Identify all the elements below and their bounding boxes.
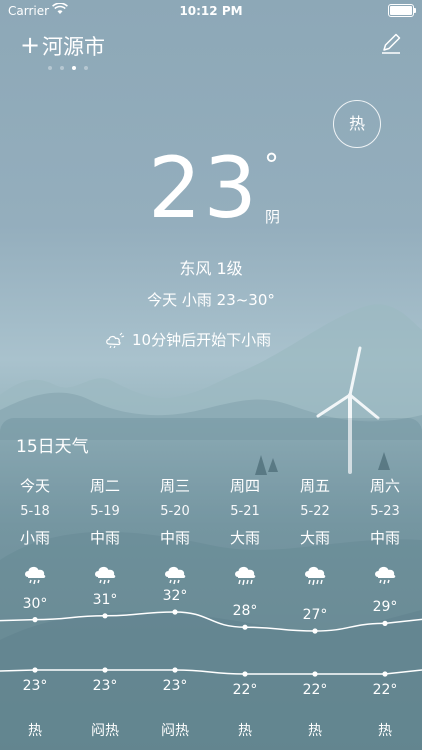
- clock: 10:12 PM: [179, 4, 243, 18]
- day-condition: 大雨: [229, 529, 260, 547]
- forecast-day[interactable]: 周六 5-23 中雨: [350, 474, 420, 588]
- high-temp-label: 27°: [302, 607, 328, 623]
- page-indicator: [48, 55, 96, 74]
- rain-cloud-icon: [375, 566, 396, 585]
- rain-alert-icon: [106, 332, 125, 348]
- plus-icon[interactable]: +: [20, 33, 40, 57]
- page-dot: [84, 66, 88, 70]
- high-temp-label: 31°: [92, 591, 118, 608]
- comfort-label: 热: [238, 723, 252, 739]
- day-name: 周四: [229, 477, 260, 495]
- battery-icon: [388, 4, 416, 17]
- comfort-label: 热: [378, 723, 392, 739]
- low-temp-label: 22°: [232, 682, 258, 698]
- rain-cloud-icon: [165, 566, 186, 585]
- status-bar: Carrier 10:12 PM: [0, 0, 422, 24]
- comfort-label: 热: [308, 723, 322, 739]
- day-name: 周二: [89, 477, 120, 495]
- low-temp-line-point: [32, 667, 38, 673]
- low-temp-line-point: [312, 671, 318, 677]
- forecast-day[interactable]: 周四 5-21 大雨: [210, 474, 280, 588]
- day-name: 周六: [369, 477, 400, 495]
- day-date: 5-20: [160, 504, 190, 519]
- hot-badge[interactable]: 热: [333, 100, 381, 148]
- heavy-rain-cloud-icon: [235, 566, 256, 586]
- day-condition: 中雨: [159, 529, 190, 547]
- low-temp-label: 23°: [92, 678, 118, 694]
- low-temp-label: 23°: [22, 678, 48, 694]
- day-date: 5-22: [300, 504, 330, 519]
- day-date: 5-21: [230, 504, 260, 519]
- day-date: 5-23: [370, 504, 400, 519]
- current-temperature: 23: [148, 139, 259, 237]
- comfort-label: 闷热: [91, 723, 119, 739]
- today-summary: 今天 小雨 23~30°: [147, 291, 275, 309]
- forecast-day[interactable]: 周三 5-20 中雨: [140, 474, 210, 588]
- low-temp-label: 22°: [372, 682, 398, 698]
- forecast-title: 15日天气: [16, 437, 89, 457]
- high-temp-label: 32°: [162, 588, 188, 604]
- rain-alert-text: 10分钟后开始下小雨: [132, 331, 272, 349]
- day-name: 周五: [299, 477, 330, 495]
- pencil-icon[interactable]: [378, 30, 404, 56]
- day-name: 今天: [19, 477, 50, 495]
- high-temp-line-point: [102, 613, 108, 619]
- day-name: 周三: [159, 477, 190, 495]
- page-dot: [48, 66, 52, 70]
- rain-alert[interactable]: 10分钟后开始下小雨: [104, 329, 271, 350]
- day-condition: 小雨: [19, 529, 50, 547]
- high-temp-label: 28°: [232, 603, 258, 620]
- day-condition: 中雨: [89, 529, 120, 547]
- comfort-label: 热: [28, 723, 42, 739]
- high-temp-line-point: [382, 620, 388, 626]
- low-temp-label: 23°: [162, 678, 188, 694]
- day-condition: 大雨: [299, 529, 330, 547]
- high-temp-label: 30°: [22, 595, 48, 612]
- top-header: + 河源市: [0, 28, 422, 70]
- high-temp-label: 29°: [372, 599, 398, 616]
- high-temp-line-point: [172, 609, 178, 615]
- day-date: 5-19: [90, 504, 120, 519]
- low-temp-line-point: [102, 667, 108, 673]
- low-temp-line-point: [242, 671, 248, 677]
- page-dot-active: [72, 66, 76, 70]
- high-temp-line-point: [242, 624, 248, 630]
- high-temp-line-point: [312, 628, 318, 634]
- high-temp-line-point: [32, 617, 38, 623]
- degree-symbol: °: [264, 148, 279, 183]
- low-temp-line: [0, 669, 422, 675]
- page-dot: [60, 66, 64, 70]
- rain-cloud-icon: [95, 566, 116, 585]
- low-temp-line-point: [382, 671, 388, 677]
- rain-cloud-icon: [25, 566, 46, 585]
- heavy-rain-cloud-icon: [305, 566, 326, 586]
- wind-info: 东风 1级: [179, 259, 243, 278]
- forecast-day[interactable]: 今天 5-18 小雨: [0, 474, 70, 588]
- low-temp-label: 22°: [302, 682, 328, 698]
- day-date: 5-18: [20, 504, 50, 519]
- low-temp-line-point: [172, 667, 178, 673]
- forecast-day[interactable]: 周五 5-22 大雨: [280, 474, 350, 588]
- forecast-day[interactable]: 周二 5-19 中雨: [70, 474, 140, 588]
- day-condition: 中雨: [369, 529, 400, 547]
- comfort-label: 闷热: [161, 723, 189, 739]
- current-condition: 阴: [265, 208, 281, 226]
